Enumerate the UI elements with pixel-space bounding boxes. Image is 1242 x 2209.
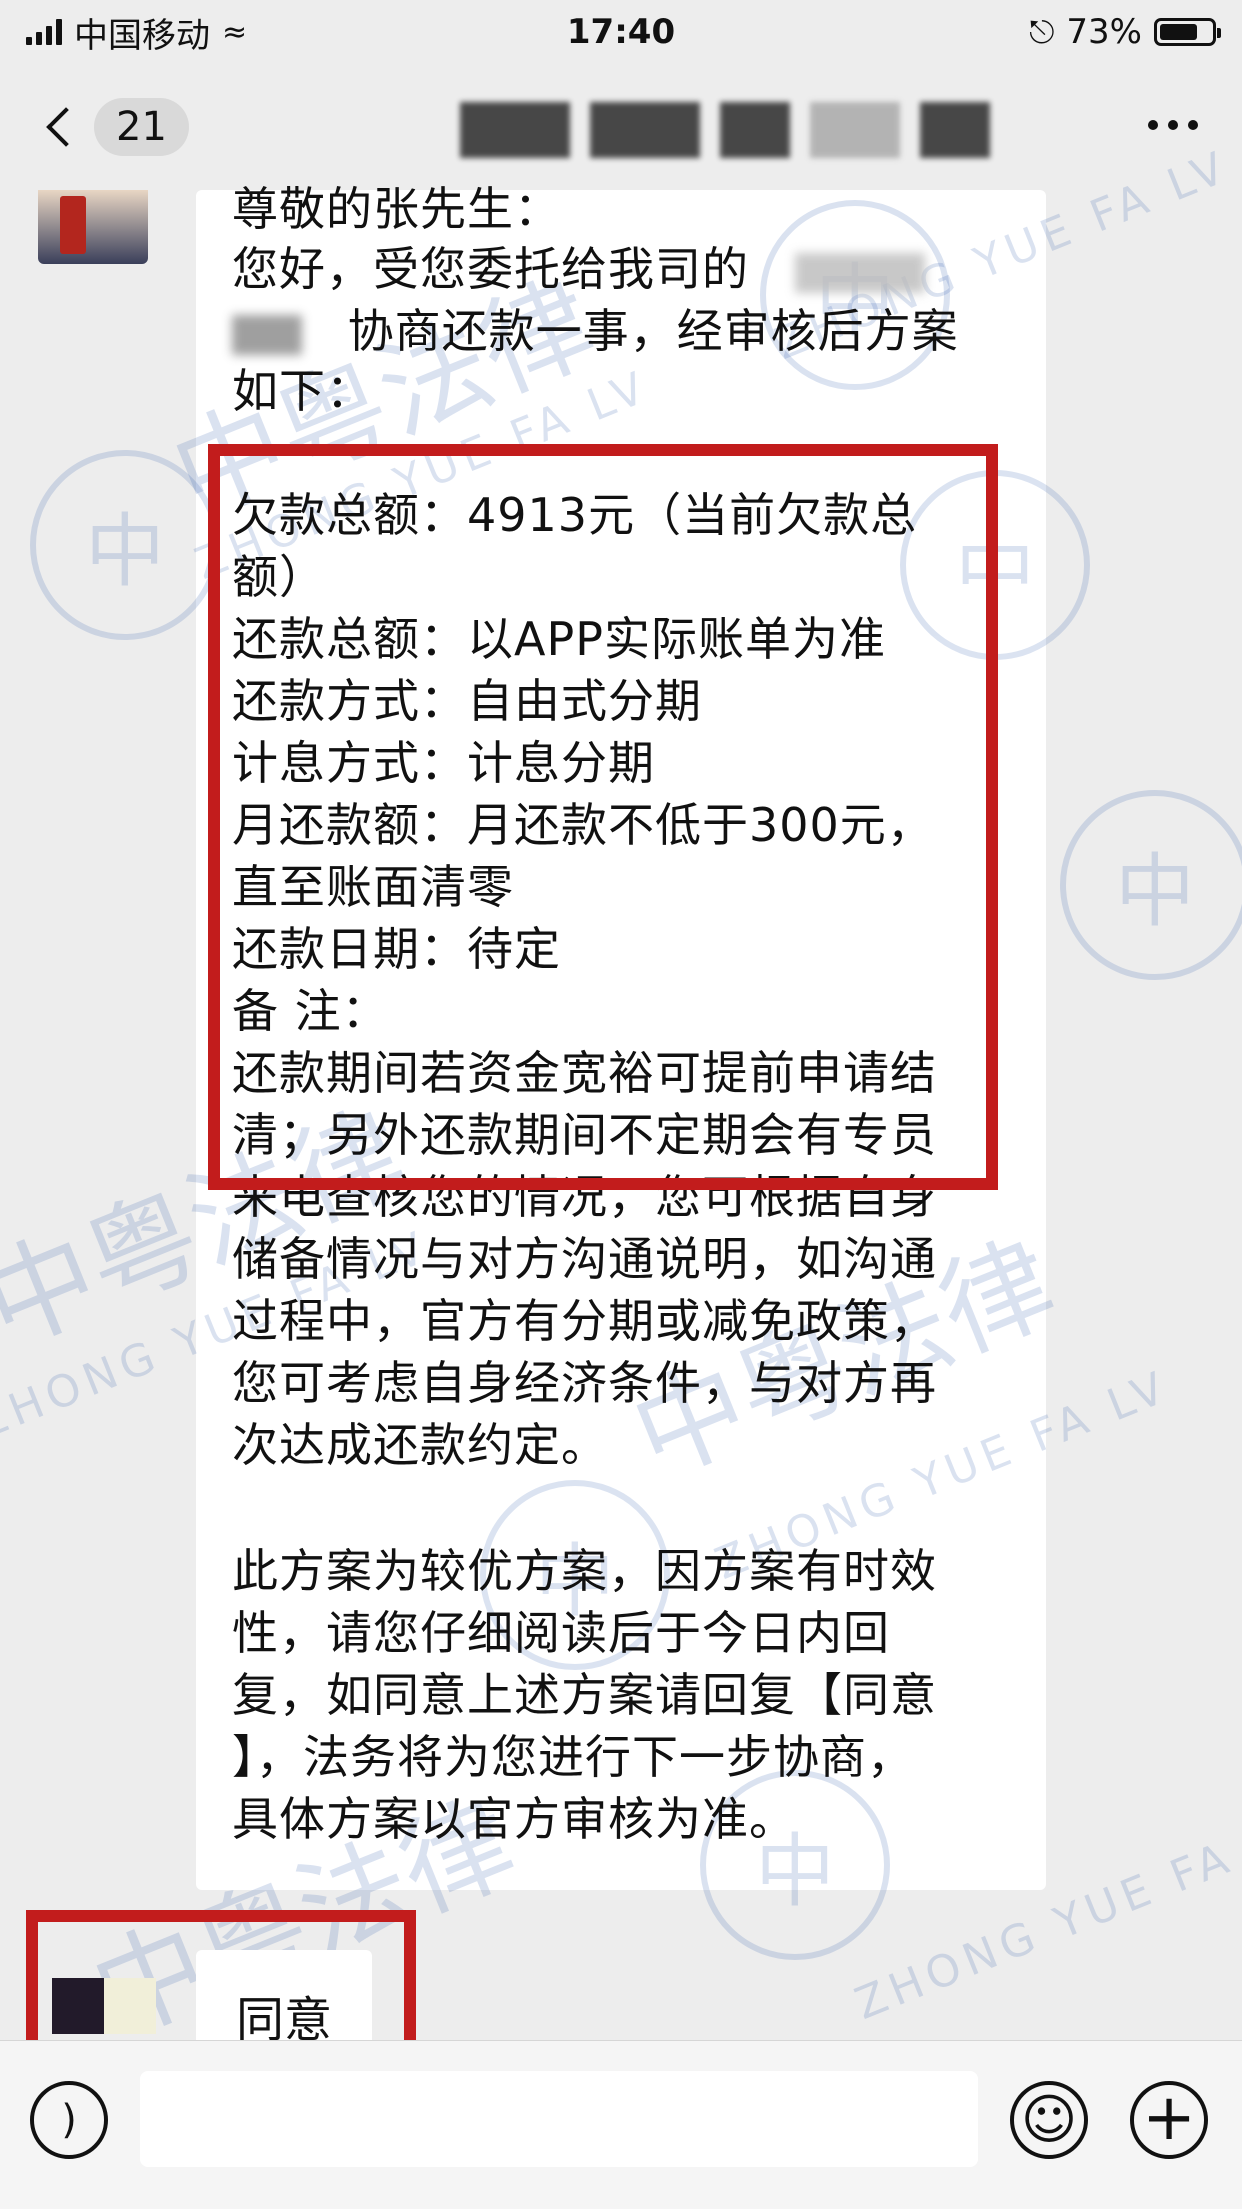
voice-icon[interactable]: ) (30, 2081, 108, 2159)
back-button[interactable]: 21 (40, 98, 189, 156)
message-line: 协商还款一事，经审核后方案 (232, 300, 959, 362)
message-line: 如下： (232, 364, 373, 418)
highlight-frame-plan (208, 444, 998, 1190)
chat-title-redacted (460, 102, 990, 158)
plus-icon[interactable]: + (1130, 2081, 1208, 2159)
chat-nav-bar: 21 (0, 64, 1242, 190)
unread-count-badge: 21 (94, 98, 189, 156)
status-left: 中国移动 ≈ (26, 8, 247, 57)
message-line: 此方案为较优方案，因方案有时效 (232, 1544, 937, 1598)
redacted-block (590, 102, 700, 158)
battery-fill (1160, 24, 1197, 40)
redacted-block (810, 102, 900, 158)
battery-percent: 73% (1066, 12, 1142, 52)
message-line: 次达成还款约定。 (232, 1418, 608, 1472)
carrier-name: 中国移动 (74, 15, 210, 56)
chat-area[interactable]: 中 中 中 中 中 中 中粤法律 中粤法律 中粤法律 中粤法律 ZHONG YU… (0, 141, 1242, 2090)
back-chevron-icon (46, 107, 86, 147)
redacted-block (720, 102, 790, 158)
redacted-text (794, 252, 925, 293)
redacted-block (460, 102, 570, 158)
watermark-seal: 中 (1060, 790, 1242, 980)
status-right: ⎋ 73% (1029, 12, 1221, 52)
input-bar: ) ☺ + (0, 2040, 1242, 2209)
message-line: 具体方案以官方审核为准。 (232, 1792, 796, 1846)
message-line: 您可考虑自身经济条件，与对方再 (232, 1356, 937, 1410)
watermark-seal: 中 (30, 450, 220, 640)
message-input[interactable] (140, 2071, 978, 2167)
redacted-block (920, 102, 990, 158)
message-line: 复，如同意上述方案请回复【同意 (232, 1668, 937, 1722)
message-line: 】，法务将为您进行下一步协商， (232, 1730, 914, 1784)
battery-icon (1154, 18, 1221, 46)
message-line: 储备情况与对方沟通说明，如沟通 (232, 1232, 937, 1286)
status-bar: 中国移动 ≈ 17:40 ⎋ 73% (0, 0, 1242, 64)
message-line: 您好，受您委托给我司的 (232, 238, 925, 300)
wifi-icon: ≈ (222, 14, 248, 50)
sender-avatar[interactable] (38, 190, 148, 264)
message-line-text: 您好，受您委托给我司的 (232, 242, 749, 296)
more-icon[interactable] (1148, 120, 1198, 130)
rotation-lock-icon: ⎋ (1029, 12, 1055, 51)
signal-icon (26, 19, 62, 45)
message-line: 尊敬的张先生： (232, 182, 561, 236)
message-line: 性，请您仔细阅读后于今日内回 (232, 1606, 890, 1660)
redacted-text (232, 314, 302, 355)
message-line-text: 协商还款一事，经审核后方案 (347, 304, 959, 358)
emoji-icon[interactable]: ☺ (1010, 2081, 1088, 2159)
message-line: 过程中，官方有分期或减免政策， (232, 1294, 937, 1348)
